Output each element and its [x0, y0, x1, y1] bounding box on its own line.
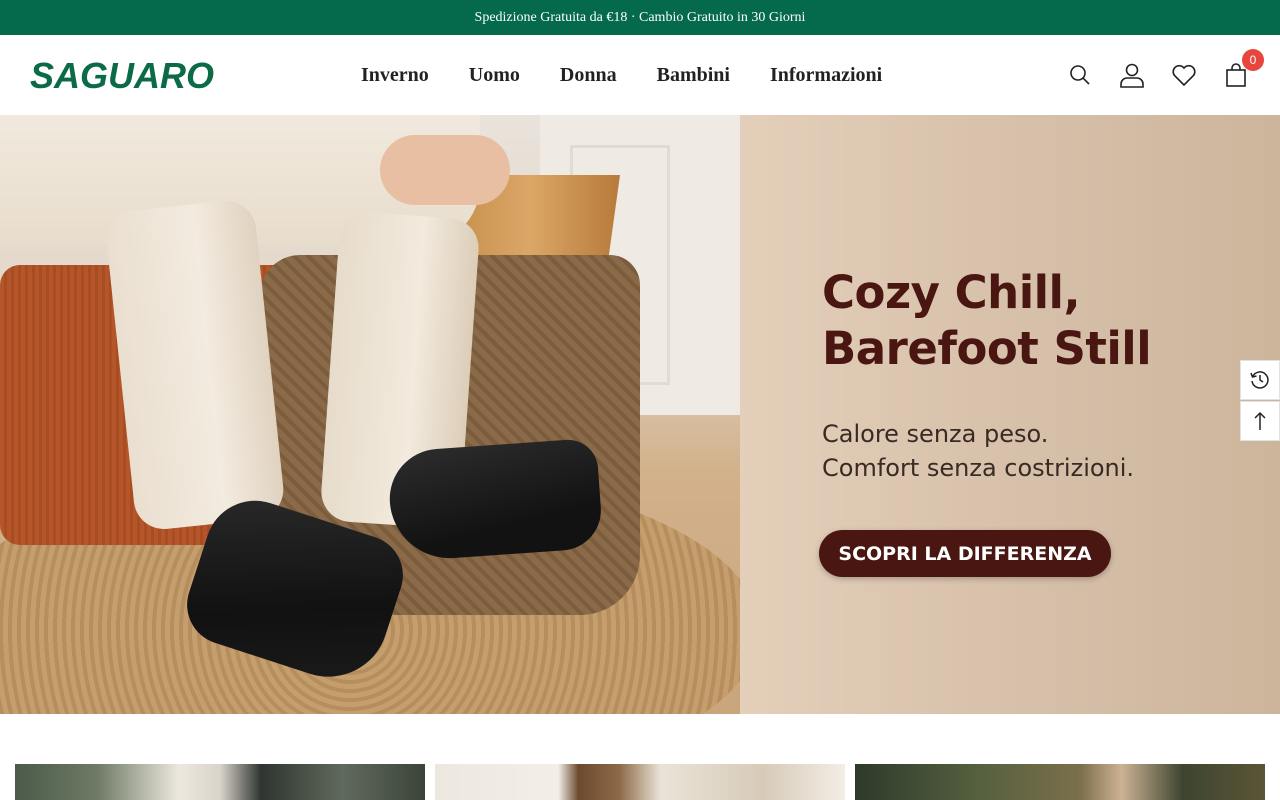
announcement-bar: Spedizione Gratuita da €18 · Cambio Grat…: [0, 0, 1280, 35]
nav-item-informazioni[interactable]: Informazioni: [770, 64, 882, 87]
hero-headline-line2: Barefoot Still: [822, 322, 1152, 375]
hero-headline: Cozy Chill, Barefoot Still: [822, 265, 1152, 377]
main-nav: Inverno Uomo Donna Bambini Informazioni: [361, 35, 882, 115]
hero-text-block: Cozy Chill, Barefoot Still Calore senza …: [822, 265, 1152, 485]
hero-sub-line2: Comfort senza costrizioni.: [822, 454, 1135, 482]
hero-subheadline: Calore senza peso. Comfort senza costriz…: [822, 417, 1151, 485]
hero-banner[interactable]: Cozy Chill, Barefoot Still Calore senza …: [0, 115, 1280, 714]
hero-cta-button[interactable]: SCOPRI LA DIFFERENZA: [819, 530, 1111, 577]
search-button[interactable]: [1066, 61, 1094, 89]
nav-item-bambini[interactable]: Bambini: [657, 64, 730, 87]
hero-photo-barefoot-shoes: [0, 115, 740, 714]
site-logo[interactable]: SAGUARO: [30, 58, 218, 94]
account-icon: [1120, 63, 1144, 88]
category-card-image[interactable]: [15, 764, 425, 800]
announcement-text: Spedizione Gratuita da €18 · Cambio Grat…: [474, 9, 806, 25]
hero-headline-line1: Cozy Chill,: [822, 266, 1081, 319]
site-header: SAGUARO Inverno Uomo Donna Bambini Infor…: [0, 35, 1280, 115]
cart-count-badge: 0: [1242, 49, 1264, 71]
cart-button[interactable]: 0: [1222, 49, 1264, 89]
back-to-top-button[interactable]: [1240, 401, 1280, 441]
recently-viewed-button[interactable]: [1240, 360, 1280, 400]
category-cards-row: [15, 764, 1265, 800]
category-card-image[interactable]: [435, 764, 845, 800]
recently-viewed-icon: [1250, 371, 1269, 389]
back-to-top-icon: [1254, 411, 1266, 430]
nav-item-donna[interactable]: Donna: [560, 64, 617, 87]
nav-item-inverno[interactable]: Inverno: [361, 64, 429, 87]
category-card-image[interactable]: [855, 764, 1265, 800]
nav-item-uomo[interactable]: Uomo: [469, 64, 520, 87]
search-icon: [1070, 65, 1090, 85]
hero-sub-line1: Calore senza peso.: [822, 420, 1049, 448]
wishlist-button[interactable]: [1170, 61, 1198, 89]
wishlist-heart-icon: [1172, 64, 1196, 87]
account-button[interactable]: [1118, 61, 1146, 89]
header-icons: 0: [1066, 35, 1264, 115]
